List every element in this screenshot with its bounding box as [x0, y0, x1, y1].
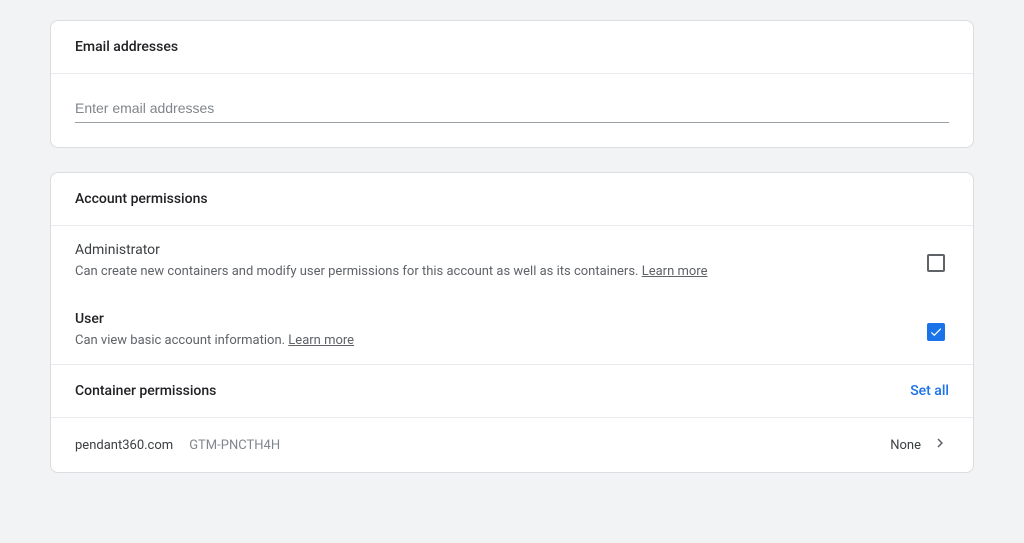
container-name: pendant360.com	[75, 438, 173, 453]
perm-row-administrator: Administrator Can create new containers …	[51, 226, 973, 295]
container-row-left: pendant360.com GTM-PNCTH4H	[75, 438, 280, 453]
account-permissions-card: Account permissions Administrator Can cr…	[50, 172, 974, 473]
perm-desc-administrator: Can create new containers and modify use…	[75, 264, 927, 279]
container-permissions-header: Container permissions	[75, 383, 216, 399]
account-permissions-header: Account permissions	[51, 173, 973, 226]
perm-title-user: User	[75, 311, 927, 327]
chevron-right-icon	[931, 434, 949, 456]
set-all-link[interactable]: Set all	[910, 383, 949, 399]
email-addresses-body	[51, 74, 973, 147]
perm-text-user: User Can view basic account information.…	[75, 311, 927, 348]
container-row[interactable]: pendant360.com GTM-PNCTH4H None	[51, 418, 973, 472]
learn-more-administrator[interactable]: Learn more	[642, 264, 708, 279]
perm-title-administrator: Administrator	[75, 242, 927, 258]
email-input[interactable]	[75, 94, 949, 123]
perm-row-user: User Can view basic account information.…	[51, 295, 973, 364]
container-permissions-header-row: Container permissions Set all	[51, 364, 973, 418]
perm-desc-user: Can view basic account information. Lear…	[75, 333, 927, 348]
container-row-right[interactable]: None	[890, 434, 949, 456]
checkbox-user[interactable]	[927, 323, 945, 341]
check-icon	[929, 325, 943, 339]
checkbox-administrator[interactable]	[927, 254, 945, 272]
perm-text-administrator: Administrator Can create new containers …	[75, 242, 927, 279]
container-id: GTM-PNCTH4H	[189, 438, 280, 453]
email-addresses-card: Email addresses	[50, 20, 974, 148]
perm-desc-text-user: Can view basic account information.	[75, 333, 285, 348]
perm-desc-text-administrator: Can create new containers and modify use…	[75, 264, 638, 279]
learn-more-user[interactable]: Learn more	[288, 333, 354, 348]
email-addresses-header: Email addresses	[51, 21, 973, 74]
container-permission-value: None	[890, 438, 921, 453]
